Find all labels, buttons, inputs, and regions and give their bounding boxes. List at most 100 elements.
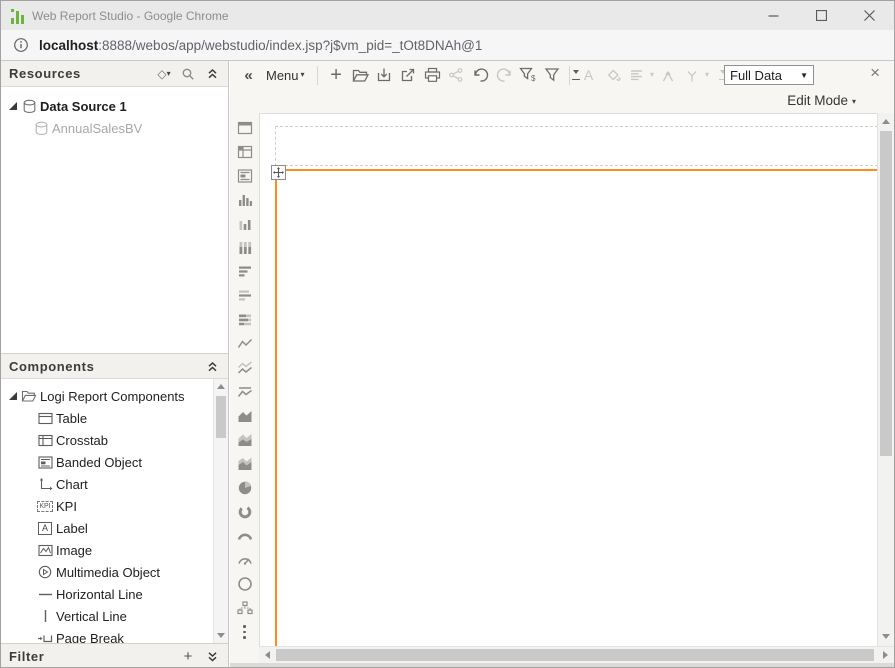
- multi-line-chart-icon[interactable]: [236, 359, 254, 377]
- org-chart-icon[interactable]: [236, 599, 254, 617]
- insert-crosstab-icon[interactable]: [236, 143, 254, 161]
- component-item-vertical-line[interactable]: Vertical Line: [1, 605, 228, 627]
- multimedia-icon: [37, 565, 53, 580]
- scroll-down-icon[interactable]: [214, 628, 228, 643]
- stacked-horizontal-bar-icon[interactable]: [236, 311, 254, 329]
- horizontal-bar-chart-icon[interactable]: [236, 263, 254, 281]
- address-bar[interactable]: localhost:8888/webos/app/webstudio/index…: [1, 30, 894, 61]
- expander-icon[interactable]: [9, 392, 17, 400]
- save-button[interactable]: [374, 63, 395, 87]
- report-canvas[interactable]: [259, 113, 877, 646]
- scrollbar-thumb[interactable]: [216, 396, 226, 438]
- component-item-banded-object[interactable]: Banded Object: [1, 451, 228, 473]
- resources-tree: Data Source 1 AnnualSalesBV: [1, 87, 228, 353]
- component-item-chart[interactable]: Chart: [1, 473, 228, 495]
- benchmark-bar-chart-icon[interactable]: [236, 215, 254, 233]
- redo-button[interactable]: [494, 63, 515, 87]
- filter-button[interactable]: [542, 63, 563, 87]
- expander-icon[interactable]: [9, 102, 17, 110]
- page-header-band[interactable]: [275, 126, 878, 166]
- move-icon: [273, 167, 284, 178]
- expand-panel-down-icon[interactable]: [204, 649, 220, 665]
- split-button[interactable]: [681, 63, 702, 87]
- add-filter-icon[interactable]: +: [180, 649, 196, 665]
- component-item-label[interactable]: A Label: [1, 517, 228, 539]
- insert-banded-object-icon[interactable]: [236, 167, 254, 185]
- tree-item-logi-components[interactable]: Logi Report Components: [1, 385, 228, 407]
- font-button[interactable]: A: [578, 63, 599, 87]
- horizontal-line-icon: [37, 587, 53, 602]
- collapse-panel-up-icon[interactable]: [204, 358, 220, 374]
- bar-chart-icon[interactable]: [236, 191, 254, 209]
- component-item-horizontal-line[interactable]: Horizontal Line: [1, 583, 228, 605]
- close-report-icon[interactable]: ×: [870, 63, 880, 83]
- stacked-area-chart-icon[interactable]: [236, 431, 254, 449]
- stacked-bar-chart-icon[interactable]: [236, 239, 254, 257]
- scroll-up-icon[interactable]: [878, 114, 894, 129]
- component-item-page-break[interactable]: Page Break: [1, 627, 228, 643]
- window-bottom-edge: [230, 663, 894, 667]
- url-text: localhost:8888/webos/app/webstudio/index…: [39, 38, 482, 53]
- benchmark-line-chart-icon[interactable]: [236, 383, 254, 401]
- selected-band[interactable]: [275, 169, 878, 647]
- scroll-up-icon[interactable]: [214, 379, 228, 394]
- scroll-left-icon[interactable]: [260, 647, 275, 663]
- band-move-handle[interactable]: [271, 165, 286, 180]
- data-filter-button[interactable]: $: [518, 63, 539, 87]
- mode-row: Edit Mode▾: [230, 89, 894, 113]
- main-toolbar: « Menu▾ + $ A: [230, 61, 894, 89]
- needle-gauge-icon[interactable]: [236, 551, 254, 569]
- collapse-sidebar-button[interactable]: «: [238, 63, 259, 87]
- fill-color-button[interactable]: [602, 63, 623, 87]
- page-info-icon[interactable]: [13, 37, 29, 53]
- window-title: Web Report Studio - Google Chrome: [32, 9, 229, 23]
- scroll-right-icon[interactable]: [878, 647, 893, 663]
- component-item-table[interactable]: Table: [1, 407, 228, 429]
- benchmark-area-chart-icon[interactable]: [236, 455, 254, 473]
- export-button[interactable]: [398, 63, 419, 87]
- circle-gauge-icon[interactable]: [236, 575, 254, 593]
- print-button[interactable]: [422, 63, 443, 87]
- canvas-horizontal-scrollbar: [259, 646, 894, 663]
- align-caret-icon[interactable]: ▾: [650, 71, 654, 79]
- more-components-icon[interactable]: [236, 623, 254, 641]
- tree-item-business-view[interactable]: AnnualSalesBV: [1, 117, 228, 139]
- folder-open-icon: [21, 389, 37, 404]
- collapse-panel-up-icon[interactable]: [204, 66, 220, 82]
- component-item-image[interactable]: Image: [1, 539, 228, 561]
- split-caret-icon[interactable]: ▾: [705, 71, 709, 79]
- pie-chart-icon[interactable]: [236, 479, 254, 497]
- component-item-kpi[interactable]: KPI KPI: [1, 495, 228, 517]
- tree-item-data-source[interactable]: Data Source 1: [1, 95, 228, 117]
- undo-button[interactable]: [470, 63, 491, 87]
- area-chart-icon[interactable]: [236, 407, 254, 425]
- donut-chart-icon[interactable]: [236, 503, 254, 521]
- scrollbar-thumb[interactable]: [276, 649, 874, 661]
- insert-table-icon[interactable]: [236, 119, 254, 137]
- title-bar: Web Report Studio - Google Chrome: [1, 1, 894, 30]
- view-options-icon[interactable]: ◇▾: [156, 66, 172, 82]
- resources-panel-header: Resources ◇▾: [1, 61, 228, 87]
- canvas-vertical-scrollbar: [877, 113, 894, 646]
- open-folder-button[interactable]: [350, 63, 371, 87]
- chart-icon: [37, 477, 53, 492]
- benchmark-horizontal-bar-icon[interactable]: [236, 287, 254, 305]
- close-window-icon[interactable]: [862, 9, 876, 23]
- data-mode-select[interactable]: Full Data ▼: [724, 65, 814, 85]
- component-item-multimedia-object[interactable]: Multimedia Object: [1, 561, 228, 583]
- share-button[interactable]: [446, 63, 467, 87]
- component-item-crosstab[interactable]: Crosstab: [1, 429, 228, 451]
- menu-button[interactable]: Menu▾: [262, 63, 309, 87]
- align-button[interactable]: [626, 63, 647, 87]
- search-icon[interactable]: [180, 66, 196, 82]
- arc-gauge-icon[interactable]: [236, 527, 254, 545]
- level-up-button[interactable]: [657, 63, 678, 87]
- edit-mode-menu[interactable]: Edit Mode▾: [787, 93, 856, 108]
- maximize-icon[interactable]: [814, 9, 828, 23]
- line-chart-icon[interactable]: [236, 335, 254, 353]
- main-area: « Menu▾ + $ A: [230, 61, 894, 667]
- new-report-button[interactable]: +: [326, 63, 347, 87]
- scroll-down-icon[interactable]: [878, 629, 894, 644]
- minimize-icon[interactable]: [766, 9, 780, 23]
- scrollbar-thumb[interactable]: [880, 131, 892, 456]
